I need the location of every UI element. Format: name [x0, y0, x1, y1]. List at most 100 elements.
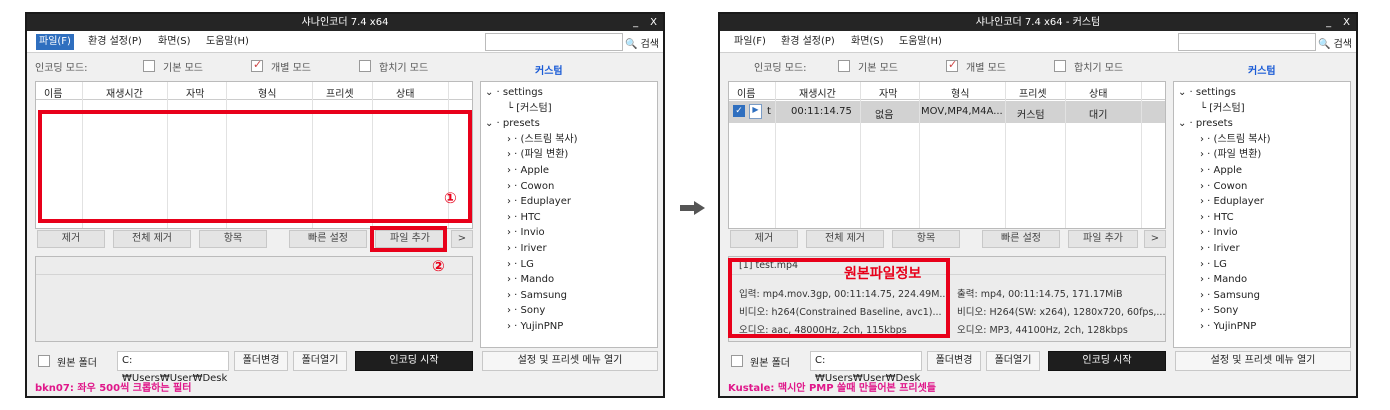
preset-tree[interactable]: ⌄ · settings └ [커스텀] ⌄ · presets › · (스트…: [480, 81, 658, 348]
more-button[interactable]: >: [451, 230, 473, 248]
tree-item[interactable]: › · Mando: [1178, 272, 1346, 288]
col-preset[interactable]: 프리셋: [1019, 85, 1047, 100]
tree-settings[interactable]: ⌄ · settings: [485, 85, 653, 101]
close-button[interactable]: X: [1343, 17, 1350, 28]
tree-item[interactable]: › · Apple: [1178, 163, 1346, 179]
col-duration[interactable]: 재생시간: [106, 85, 143, 100]
tree-item[interactable]: › · Mando: [485, 272, 653, 288]
row-duration: 00:11:14.75: [791, 106, 852, 117]
merge-mode-checkbox[interactable]: [1054, 60, 1066, 72]
tree-item[interactable]: › · (파일 변환): [1178, 147, 1346, 163]
original-folder-label: 원본 폴더: [57, 358, 97, 369]
change-folder-button[interactable]: 폴더변경: [927, 351, 981, 371]
output-folder-path[interactable]: C:₩Users₩User₩Desk: [810, 351, 922, 384]
items-button[interactable]: 항목: [892, 230, 960, 248]
tree-item[interactable]: › · HTC: [485, 210, 653, 226]
tree-item[interactable]: › · YujinPNP: [1178, 319, 1346, 335]
remove-all-button[interactable]: 전체 제거: [113, 230, 191, 248]
file-list[interactable]: 이름 재생시간 자막 형식 프리셋 상태 ✓ ▶ t 00:11:14.75 없…: [728, 81, 1166, 229]
tree-item[interactable]: › · Eduplayer: [485, 194, 653, 210]
add-file-button[interactable]: 파일 추가: [1068, 230, 1138, 248]
original-folder-checkbox[interactable]: [38, 355, 50, 367]
status-text: bkn07: 좌우 500씩 크롭하는 필터: [35, 383, 192, 394]
open-folder-button[interactable]: 폴더열기: [293, 351, 347, 371]
tree-item[interactable]: › · LG: [485, 257, 653, 273]
tree-item[interactable]: › · Invio: [1178, 225, 1346, 241]
tree-item[interactable]: › · LG: [1178, 257, 1346, 273]
more-button[interactable]: >: [1144, 230, 1166, 248]
start-encoding-button[interactable]: 인코딩 시작: [355, 351, 473, 371]
tree-item[interactable]: › · Iriver: [1178, 241, 1346, 257]
items-button[interactable]: 항목: [199, 230, 267, 248]
open-preset-menu-button[interactable]: 설정 및 프리셋 메뉴 열기: [482, 351, 658, 371]
menu-view[interactable]: 화면(S): [848, 34, 887, 50]
tree-item[interactable]: › · Invio: [485, 225, 653, 241]
tree-custom[interactable]: └ [커스텀]: [485, 101, 653, 117]
search-button[interactable]: 🔍 검색: [625, 35, 659, 50]
open-folder-button[interactable]: 폴더열기: [986, 351, 1040, 371]
tree-item[interactable]: › · Sony: [485, 303, 653, 319]
individual-mode-checkbox[interactable]: [946, 58, 958, 72]
col-name[interactable]: 이름: [737, 85, 755, 100]
col-status[interactable]: 상태: [396, 85, 414, 100]
minimize-button[interactable]: _: [633, 17, 638, 28]
tree-item[interactable]: › · (스트림 복사): [1178, 132, 1346, 148]
tree-item[interactable]: › · Samsung: [485, 288, 653, 304]
tree-item[interactable]: › · HTC: [1178, 210, 1346, 226]
tree-item[interactable]: › · Apple: [485, 163, 653, 179]
open-preset-menu-button[interactable]: 설정 및 프리셋 메뉴 열기: [1175, 351, 1351, 371]
menu-file[interactable]: 파일(F): [731, 34, 769, 50]
tree-item[interactable]: › · Eduplayer: [1178, 194, 1346, 210]
menu-help[interactable]: 도움말(H): [203, 34, 252, 50]
close-button[interactable]: X: [650, 17, 657, 28]
original-folder-checkbox[interactable]: [731, 355, 743, 367]
tree-presets[interactable]: ⌄ · presets: [1178, 116, 1346, 132]
tree-item[interactable]: › · Cowon: [485, 179, 653, 195]
basic-mode-checkbox[interactable]: [143, 60, 155, 72]
search-input[interactable]: [1178, 33, 1316, 51]
col-name[interactable]: 이름: [44, 85, 62, 100]
preset-tree[interactable]: ⌄ · settings └ [커스텀] ⌄ · presets › · (스트…: [1173, 81, 1351, 348]
col-preset[interactable]: 프리셋: [326, 85, 354, 100]
menu-help[interactable]: 도움말(H): [896, 34, 945, 50]
minimize-button[interactable]: _: [1326, 17, 1331, 28]
col-format[interactable]: 형식: [258, 85, 276, 100]
row-checkbox[interactable]: ✓: [733, 105, 745, 117]
col-subtitle[interactable]: 자막: [186, 85, 204, 100]
quick-settings-button[interactable]: 빠른 설정: [289, 230, 367, 248]
remove-button[interactable]: 제거: [37, 230, 105, 248]
menu-preferences[interactable]: 환경 설정(P): [85, 34, 145, 50]
menu-preferences[interactable]: 환경 설정(P): [778, 34, 838, 50]
col-status[interactable]: 상태: [1089, 85, 1107, 100]
tree-item[interactable]: › · Sony: [1178, 303, 1346, 319]
individual-mode-checkbox[interactable]: [251, 58, 263, 72]
tree-item[interactable]: › · YujinPNP: [485, 319, 653, 335]
tree-presets[interactable]: ⌄ · presets: [485, 116, 653, 132]
basic-mode-checkbox[interactable]: [838, 60, 850, 72]
start-encoding-button[interactable]: 인코딩 시작: [1048, 351, 1166, 371]
remove-all-button[interactable]: 전체 제거: [806, 230, 884, 248]
tree-item[interactable]: › · Iriver: [485, 241, 653, 257]
search-icon: 🔍: [624, 39, 638, 50]
remove-button[interactable]: 제거: [730, 230, 798, 248]
preset-custom-title: 커스텀: [1248, 66, 1276, 77]
change-folder-button[interactable]: 폴더변경: [234, 351, 288, 371]
menu-file[interactable]: 파일(F): [36, 34, 74, 50]
menu-view[interactable]: 화면(S): [155, 34, 194, 50]
col-duration[interactable]: 재생시간: [799, 85, 836, 100]
row-format: MOV,MP4,M4A...: [921, 106, 1003, 117]
col-format[interactable]: 형식: [951, 85, 969, 100]
tree-item[interactable]: › · Samsung: [1178, 288, 1346, 304]
output-folder-path[interactable]: C:₩Users₩User₩Desk: [117, 351, 229, 384]
tree-settings[interactable]: ⌄ · settings: [1178, 85, 1346, 101]
col-subtitle[interactable]: 자막: [879, 85, 897, 100]
search-button[interactable]: 🔍 검색: [1318, 35, 1352, 50]
tree-item[interactable]: › · Cowon: [1178, 179, 1346, 195]
search-input[interactable]: [485, 33, 623, 51]
quick-settings-button[interactable]: 빠른 설정: [982, 230, 1060, 248]
tree-custom[interactable]: └ [커스텀]: [1178, 101, 1346, 117]
tree-item[interactable]: › · (파일 변환): [485, 147, 653, 163]
tree-item[interactable]: › · (스트림 복사): [485, 132, 653, 148]
merge-mode-checkbox[interactable]: [359, 60, 371, 72]
table-row[interactable]: ✓ ▶ t 00:11:14.75 없음 MOV,MP4,M4A... 커스텀 …: [729, 101, 1165, 123]
